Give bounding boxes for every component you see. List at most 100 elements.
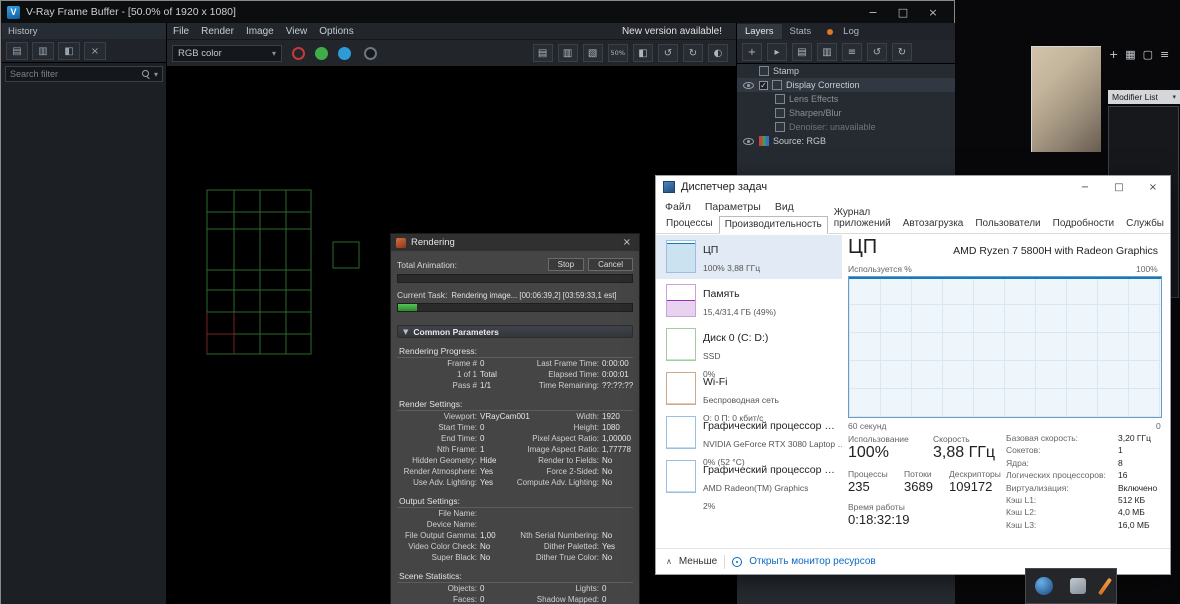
zoom-50-icon[interactable]: 50% bbox=[608, 44, 628, 62]
load-history-icon[interactable]: ▥ bbox=[32, 42, 54, 60]
compare-ab-icon[interactable]: ◧ bbox=[633, 44, 653, 62]
close-button[interactable]: × bbox=[1136, 176, 1170, 198]
channel-dropdown[interactable]: RGB color ▾ bbox=[172, 45, 282, 62]
layer-gutter bbox=[741, 82, 755, 89]
create-tab-icon[interactable]: + bbox=[1109, 48, 1118, 61]
perf-sidebar-disk[interactable]: Диск 0 (C: D:)SSD0% bbox=[656, 323, 842, 367]
perf-sidebar-memory[interactable]: Память15,4/31,4 ГБ (49%) bbox=[656, 279, 842, 323]
save-image-icon[interactable]: ▤ bbox=[533, 44, 553, 62]
maximize-button[interactable]: □ bbox=[888, 3, 918, 21]
clear-history-icon[interactable]: × bbox=[84, 42, 106, 60]
duplicate-buffer-icon[interactable]: ▥ bbox=[558, 44, 578, 62]
menu-view[interactable]: View bbox=[280, 26, 314, 37]
open-resource-monitor-link[interactable]: Открыть монитор ресурсов bbox=[749, 556, 876, 567]
common-parameters-rollout[interactable]: ▼ Common Parameters bbox=[397, 325, 633, 338]
param-label bbox=[511, 508, 599, 519]
layer-list-icon[interactable]: ≡ bbox=[842, 43, 862, 61]
graph-label-utilization: Используется % bbox=[848, 264, 912, 274]
minimize-button[interactable]: − bbox=[858, 3, 888, 21]
modifier-list-dropdown[interactable]: Modifier List ▾ bbox=[1108, 90, 1180, 104]
perf-sidebar-gpu0[interactable]: Графический процессор …NVIDIA GeForce RT… bbox=[656, 411, 842, 455]
search-input[interactable] bbox=[10, 69, 139, 79]
undo-icon[interactable]: ↺ bbox=[867, 43, 887, 61]
param-label: File Name: bbox=[397, 508, 477, 519]
add-layer-icon[interactable]: + bbox=[742, 43, 762, 61]
sidebar-item-name: Графический процессор … bbox=[703, 420, 835, 432]
redo-icon[interactable]: ↻ bbox=[683, 44, 703, 62]
layer-gutter bbox=[741, 138, 755, 145]
pencil-app-icon[interactable] bbox=[1103, 577, 1107, 596]
lens-effects-icon bbox=[775, 94, 785, 104]
menu-image[interactable]: Image bbox=[240, 26, 280, 37]
tab-layers[interactable]: Layers bbox=[737, 24, 782, 39]
tab-processes[interactable]: Процессы bbox=[660, 215, 719, 233]
tab-app-history[interactable]: Журнал приложений bbox=[828, 204, 897, 233]
maximize-button[interactable]: □ bbox=[1102, 176, 1136, 198]
sidebar-item-detail: 15,4/31,4 ГБ (49%) bbox=[703, 307, 776, 317]
layer-checkbox[interactable]: ✓ bbox=[759, 81, 768, 90]
tab-services[interactable]: Службы bbox=[1120, 215, 1170, 233]
chevron-up-icon: ∧ bbox=[666, 557, 672, 566]
layer-row-display-correction[interactable]: ✓ Display Correction bbox=[737, 78, 955, 92]
save-preset-icon[interactable]: ▤ bbox=[792, 43, 812, 61]
tab-stats[interactable]: Stats bbox=[782, 24, 820, 39]
menu-render[interactable]: Render bbox=[195, 26, 240, 37]
panel-menu-icon[interactable]: ≡ bbox=[1160, 48, 1169, 61]
green-channel-toggle[interactable] bbox=[315, 47, 328, 60]
stop-button[interactable]: Stop bbox=[548, 258, 584, 271]
menu-file[interactable]: File bbox=[167, 26, 195, 37]
cancel-button[interactable]: Cancel bbox=[588, 258, 633, 271]
layer-row-denoiser[interactable]: Denoiser: unavailable bbox=[737, 120, 955, 134]
alpha-channel-toggle[interactable] bbox=[364, 47, 377, 60]
close-button[interactable]: × bbox=[918, 3, 948, 21]
save-history-icon[interactable]: ▤ bbox=[6, 42, 28, 60]
browser-app-icon[interactable] bbox=[1035, 577, 1053, 595]
tab-log[interactable]: Log bbox=[835, 24, 867, 39]
close-icon[interactable]: × bbox=[620, 237, 634, 248]
eye-icon[interactable] bbox=[743, 138, 754, 145]
param-label: Last Frame Time: bbox=[511, 358, 599, 369]
perf-sidebar-gpu1[interactable]: Графический процессор …AMD Radeon(TM) Gr… bbox=[656, 455, 842, 499]
cpu-usage-graph[interactable] bbox=[848, 276, 1162, 418]
rendering-dialog-titlebar[interactable]: Rendering × bbox=[391, 234, 639, 251]
menu-file[interactable]: Файл bbox=[658, 201, 698, 213]
param-row: Hidden Geometry:HideRender to Fields:No bbox=[397, 455, 633, 466]
perf-sidebar-wifi[interactable]: Wi-FiБеспроводная сетьО: 0 П: 0 кбит/с bbox=[656, 367, 842, 411]
blue-channel-toggle[interactable] bbox=[338, 47, 351, 60]
utilities-tab-icon[interactable]: ▢ bbox=[1143, 48, 1153, 61]
vfb-titlebar[interactable]: V V-Ray Frame Buffer - [50.0% of 1920 x … bbox=[1, 1, 954, 23]
perf-sidebar-cpu[interactable]: ЦП100% 3,88 ГГц bbox=[656, 235, 842, 279]
region-render-icon[interactable]: ▧ bbox=[583, 44, 603, 62]
layer-row-sharpen-blur[interactable]: Sharpen/Blur bbox=[737, 106, 955, 120]
fewer-details-button[interactable]: Меньше bbox=[679, 556, 717, 567]
load-preset-icon[interactable]: ▥ bbox=[817, 43, 837, 61]
color-correction-icon[interactable]: ◐ bbox=[708, 44, 728, 62]
task-manager-titlebar[interactable]: Диспетчер задач − □ × bbox=[656, 176, 1170, 198]
minimize-button[interactable]: − bbox=[1068, 176, 1102, 198]
eye-icon[interactable] bbox=[743, 82, 754, 89]
layer-row-source-rgb[interactable]: Source: RGB bbox=[737, 134, 955, 148]
rendering-dialog-body: Total Animation: Stop Cancel Current Tas… bbox=[391, 251, 639, 604]
tab-performance[interactable]: Производительность bbox=[719, 216, 828, 234]
tab-users[interactable]: Пользователи bbox=[969, 215, 1046, 233]
gray-app-icon[interactable] bbox=[1070, 578, 1086, 594]
layer-label: Display Correction bbox=[786, 80, 860, 90]
redo-icon[interactable]: ↻ bbox=[892, 43, 912, 61]
tab-details[interactable]: Подробности bbox=[1047, 215, 1120, 233]
chevron-down-icon[interactable]: ▾ bbox=[154, 70, 158, 79]
layer-row-lens-effects[interactable]: Lens Effects bbox=[737, 92, 955, 106]
menu-view[interactable]: Вид bbox=[768, 201, 801, 213]
stat-value: 109172 bbox=[949, 479, 992, 494]
undo-icon[interactable]: ↺ bbox=[658, 44, 678, 62]
compare-history-icon[interactable]: ◧ bbox=[58, 42, 80, 60]
menu-options[interactable]: Options bbox=[313, 26, 359, 37]
display-tab-icon[interactable]: ▦ bbox=[1125, 48, 1135, 61]
new-version-link[interactable]: New version available! bbox=[622, 26, 736, 37]
tab-startup[interactable]: Автозагрузка bbox=[897, 215, 970, 233]
red-channel-toggle[interactable] bbox=[292, 47, 305, 60]
expand-layers-icon[interactable]: ▸ bbox=[767, 43, 787, 61]
stat-value: 235 bbox=[848, 479, 870, 494]
layer-row-stamp[interactable]: Stamp bbox=[737, 64, 955, 78]
vfb-toolbar: RGB color ▾ ▤ ▥ ▧ 50% ◧ ↺ ↻ ◐ bbox=[167, 39, 736, 67]
menu-options[interactable]: Параметры bbox=[698, 201, 768, 213]
